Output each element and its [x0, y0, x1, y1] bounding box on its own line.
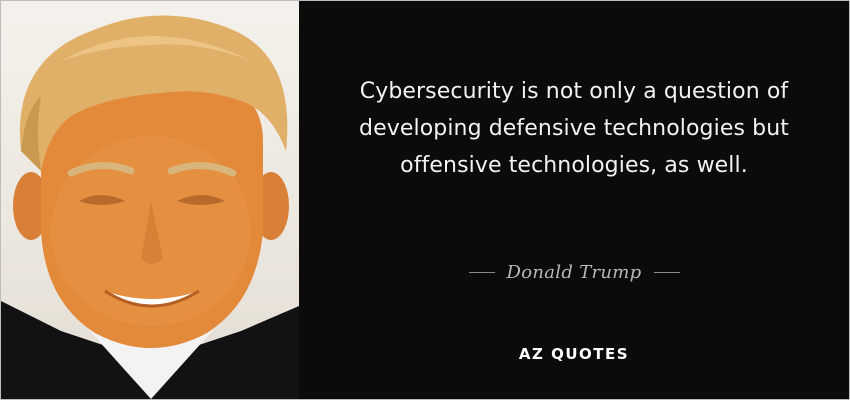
author-attribution: Donald Trump	[299, 259, 849, 285]
author-name[interactable]: Donald Trump	[507, 262, 642, 283]
author-rule-right	[653, 271, 680, 273]
portrait-illustration: RA	[1, 15, 299, 399]
brand-logo: AZ QUOTES	[518, 345, 630, 363]
quote-text: Cybersecurity is not only a question of …	[359, 79, 789, 178]
author-portrait: RA	[1, 1, 299, 399]
quote-panel: Cybersecurity is not only a question of …	[299, 1, 849, 399]
author-rule-left	[468, 271, 495, 273]
quote-card: RA	[0, 0, 850, 400]
